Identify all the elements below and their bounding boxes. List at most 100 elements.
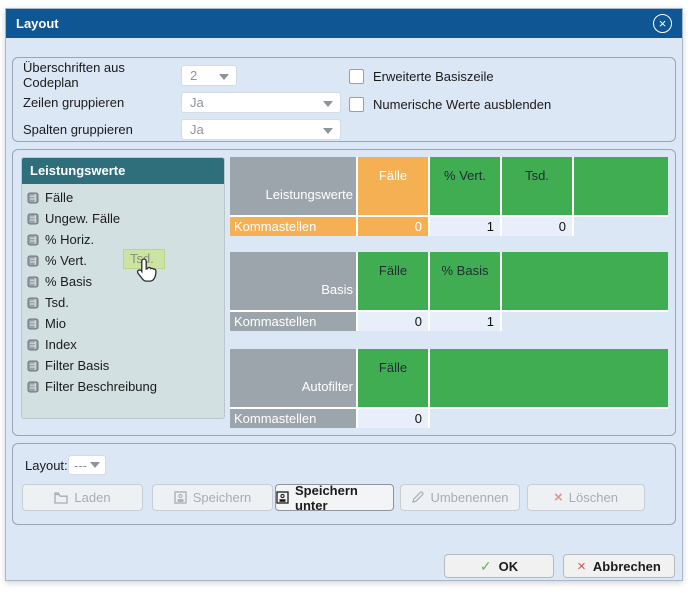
- layout-selector-label: Layout:: [25, 458, 68, 473]
- list-item[interactable]: Index: [22, 334, 224, 355]
- dialog-titlebar: Layout ×: [6, 9, 682, 38]
- table-item-icon: [27, 192, 40, 204]
- layout-table: AutofilterFälleKommastellen0: [230, 349, 668, 428]
- list-item-label: % Basis: [45, 274, 92, 289]
- button-label: Laden: [74, 490, 110, 505]
- chevron-down-icon: [323, 128, 333, 134]
- settings-row-label: Spalten gruppieren: [23, 122, 181, 137]
- list-item-label: % Horiz.: [45, 232, 94, 247]
- table-item-icon: [27, 213, 40, 225]
- kommastellen-label: Kommastellen: [230, 312, 356, 331]
- button-label: Umbenennen: [430, 490, 508, 505]
- list-item[interactable]: % Basis: [22, 271, 224, 292]
- kommastellen-value[interactable]: 0: [358, 217, 428, 236]
- table-item-icon: [27, 297, 40, 309]
- kommastellen-value[interactable]: 1: [430, 217, 500, 236]
- ok-button[interactable]: ✓ OK: [444, 554, 554, 578]
- layout-selector-value: ---: [74, 458, 87, 473]
- table-item-icon: [27, 318, 40, 330]
- value-list-header: Leistungswerte: [22, 158, 224, 184]
- laden-button: Laden: [22, 484, 143, 511]
- table-column-header[interactable]: Fälle: [358, 157, 428, 215]
- layout-tables: LeistungswerteFälle% Vert.Tsd.Kommastell…: [230, 150, 668, 437]
- list-item[interactable]: Filter Beschreibung: [22, 376, 224, 397]
- list-item-label: Tsd.: [45, 295, 69, 310]
- list-item[interactable]: % Horiz.: [22, 229, 224, 250]
- speichern-unter-button[interactable]: Speichern unter: [275, 484, 394, 511]
- settings-dropdown[interactable]: Ja: [181, 92, 341, 113]
- save-icon: [174, 491, 187, 504]
- list-item-label: Filter Basis: [45, 358, 109, 373]
- table-column-header[interactable]: % Vert.: [430, 157, 500, 215]
- table-item-icon: [27, 381, 40, 393]
- table-column-header[interactable]: Fälle: [358, 252, 428, 310]
- table-column-header[interactable]: % Basis: [430, 252, 500, 310]
- settings-row: Spalten gruppieren Ja: [23, 118, 341, 140]
- umbenennen-button: Umbenennen: [400, 484, 520, 511]
- table-item-icon: [27, 339, 40, 351]
- close-icon[interactable]: ×: [653, 14, 672, 33]
- chevron-down-icon: [219, 74, 229, 80]
- settings-row-label: Zeilen gruppieren: [23, 95, 181, 110]
- list-item[interactable]: Tsd.: [22, 292, 224, 313]
- folder-icon: [54, 492, 68, 504]
- l-schen-button: × Löschen: [527, 484, 645, 511]
- layout-bar: Layout: --- Laden SpeichernSpeichern unte…: [12, 443, 676, 525]
- screenshot-root: Layout × Überschriften aus Codeplan2Zeil…: [0, 0, 688, 594]
- list-item-label: Index: [45, 337, 77, 352]
- layout-selector[interactable]: ---: [68, 455, 106, 475]
- layout-table: LeistungswerteFälle% Vert.Tsd. Kommastell…: [230, 157, 668, 236]
- table-name: Leistungswerte: [230, 157, 356, 215]
- table-name: Autofilter: [230, 349, 356, 407]
- value-list-items: Fälle Ungew. Fälle % Horiz. % Vert. % Basis T…: [22, 184, 224, 397]
- settings-dropdown[interactable]: 2: [181, 65, 237, 86]
- table-column-header[interactable]: Fälle: [358, 349, 428, 407]
- table-empty-column[interactable]: [430, 349, 668, 407]
- checkbox[interactable]: [349, 97, 364, 112]
- list-item-label: Mio: [45, 316, 66, 331]
- kommastellen-label: Kommastellen: [230, 217, 356, 236]
- kommastellen-empty: [430, 409, 668, 428]
- chevron-down-icon: [90, 462, 100, 468]
- checkbox-label: Numerische Werte ausblenden: [373, 97, 551, 112]
- values-panel: Leistungswerte Fälle Ungew. Fälle % Horiz.…: [12, 149, 676, 436]
- delete-x-icon: ×: [554, 490, 563, 505]
- list-item[interactable]: Fälle: [22, 187, 224, 208]
- list-item-label: % Vert.: [45, 253, 87, 268]
- table-column-header[interactable]: Tsd.: [502, 157, 572, 215]
- x-icon: ×: [577, 558, 586, 575]
- kommastellen-value[interactable]: 0: [358, 312, 428, 331]
- button-label: Löschen: [569, 490, 618, 505]
- hand-pointer-icon: [135, 257, 159, 288]
- kommastellen-value[interactable]: 0: [358, 409, 428, 428]
- dialog-title: Layout: [16, 16, 59, 31]
- settings-dropdown[interactable]: Ja: [181, 119, 341, 140]
- kommastellen-value[interactable]: 1: [430, 312, 500, 331]
- kommastellen-value[interactable]: 0: [502, 217, 572, 236]
- kommastellen-empty: [574, 217, 668, 236]
- table-item-icon: [27, 360, 40, 372]
- list-item-label: Ungew. Fälle: [45, 211, 120, 226]
- table-name: Basis: [230, 252, 356, 310]
- layout-dialog: Layout × Überschriften aus Codeplan2Zeil…: [5, 8, 683, 581]
- layout-table: BasisFälle% Basis Kommastellen01: [230, 252, 668, 331]
- pencil-icon: [411, 491, 424, 504]
- list-item[interactable]: Ungew. Fälle: [22, 208, 224, 229]
- dropdown-value: Ja: [190, 122, 204, 137]
- table-empty-column[interactable]: [502, 252, 668, 310]
- cancel-button-label: Abbrechen: [593, 559, 661, 574]
- kommastellen-label: Kommastellen: [230, 409, 356, 428]
- checkbox[interactable]: [349, 69, 364, 84]
- table-empty-column[interactable]: [574, 157, 668, 215]
- value-list: Leistungswerte Fälle Ungew. Fälle % Horiz.…: [21, 157, 225, 419]
- ok-button-label: OK: [499, 559, 519, 574]
- checkbox-row: Erweiterte Basiszeile: [349, 67, 494, 85]
- speichern-button: Speichern: [152, 484, 273, 511]
- list-item-label: Filter Beschreibung: [45, 379, 157, 394]
- cancel-button[interactable]: × Abbrechen: [563, 554, 675, 578]
- chevron-down-icon: [323, 101, 333, 107]
- list-item[interactable]: Filter Basis: [22, 355, 224, 376]
- list-item[interactable]: Mio: [22, 313, 224, 334]
- kommastellen-empty: [502, 312, 668, 331]
- check-icon: ✓: [480, 558, 492, 575]
